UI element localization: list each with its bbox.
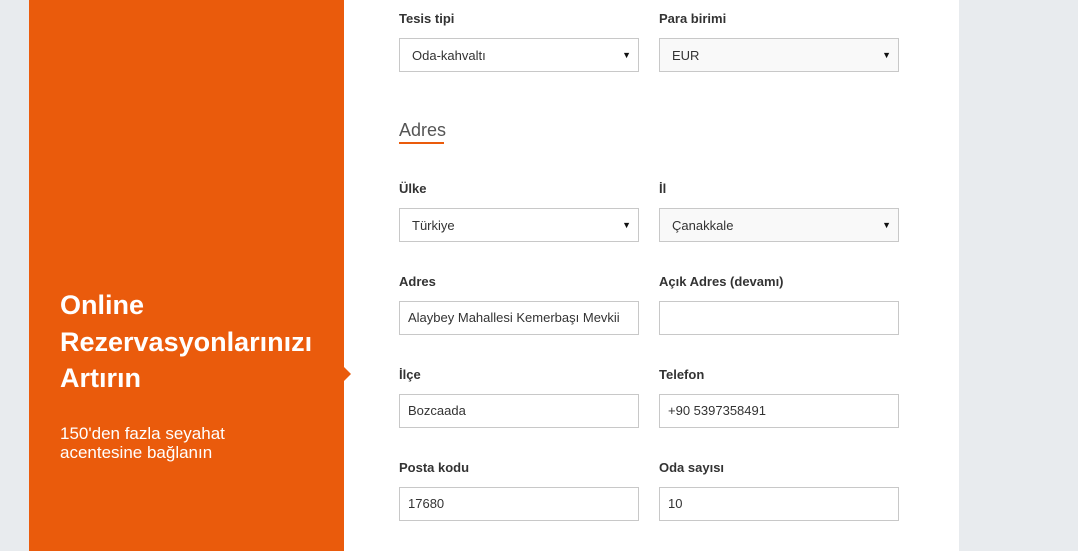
address-cont-input[interactable] [659,301,899,335]
phone-label: Telefon [659,367,705,382]
district-label: İlçe [399,367,421,382]
facility-type-label: Tesis tipi [399,11,455,26]
address-cont-label: Açık Adres (devamı) [659,274,784,289]
address-input[interactable]: Alaybey Mahallesi Kemerbaşı Mevkii [399,301,639,335]
facility-type-value: Oda-kahvaltı [412,48,486,63]
address-label: Adres [399,274,436,289]
address-section-title: Adres [399,120,447,140]
section-underline [399,142,444,144]
dropdown-arrow-icon: ▼ [622,50,631,60]
postal-code-label: Posta kodu [399,460,470,475]
facility-type-select[interactable]: Oda-kahvaltı ▼ [399,38,639,72]
dropdown-arrow-icon: ▼ [622,220,631,230]
province-label: İl [659,181,667,196]
room-count-label: Oda sayısı [659,460,725,475]
district-input[interactable]: Bozcaada [399,394,639,428]
currency-value: EUR [672,48,700,63]
country-label: Ülke [399,181,427,196]
room-count-input[interactable]: 10 [659,487,899,521]
phone-input[interactable]: +90 5397358491 [659,394,899,428]
dropdown-arrow-icon: ▼ [882,220,891,230]
postal-code-input[interactable]: 17680 [399,487,639,521]
currency-select[interactable]: EUR ▼ [659,38,899,72]
promo-subtitle: 150'den fazla seyahat acentesine bağlanı… [60,424,225,462]
country-select[interactable]: Türkiye ▼ [399,208,639,242]
dropdown-arrow-icon: ▼ [882,50,891,60]
promo-panel: Online Rezervasyonlarınızı Artırın 150'd… [29,0,351,551]
promo-title: Online Rezervasyonlarınızı Artırın [60,290,313,393]
country-value: Türkiye [412,218,455,233]
province-value: Çanakkale [672,218,734,233]
province-select[interactable]: Çanakkale ▼ [659,208,899,242]
currency-label: Para birimi [659,11,727,26]
